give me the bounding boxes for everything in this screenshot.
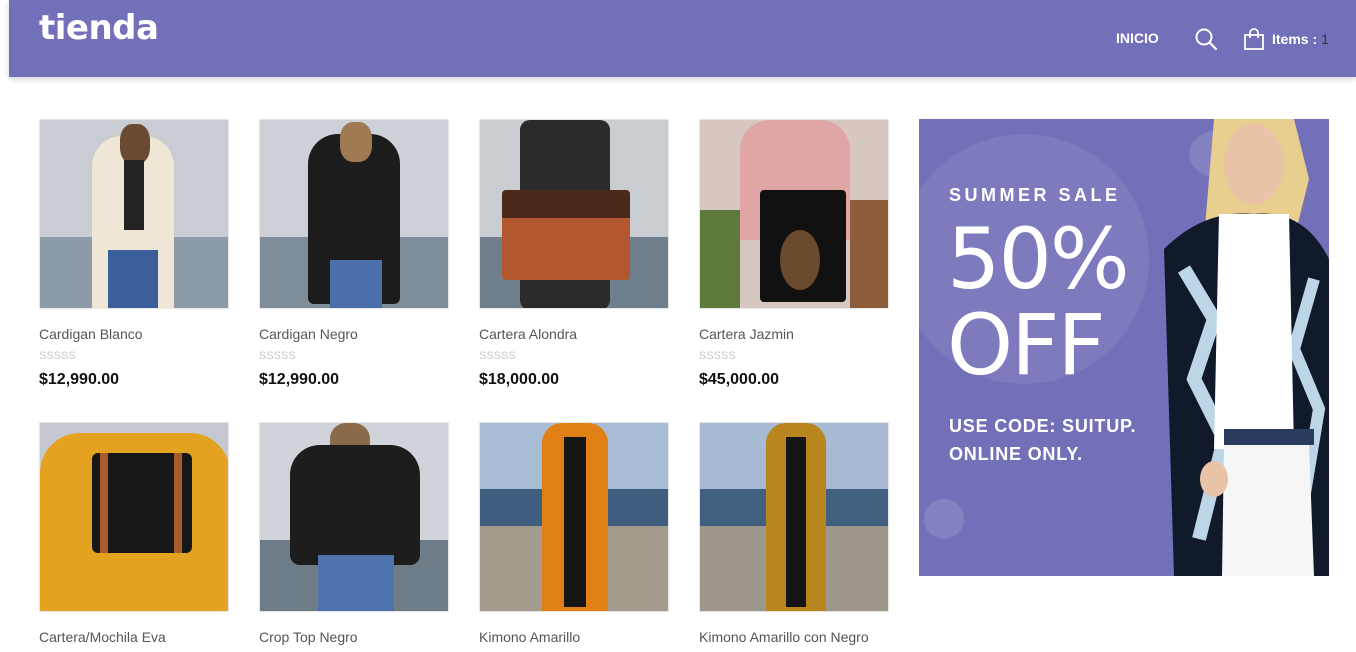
product-image[interactable] [259, 422, 449, 612]
product-rating: SSSSS [39, 350, 76, 362]
product-card[interactable]: Crop Top Negro [259, 422, 449, 645]
banner-code-line: USE CODE: SUITUP. [949, 416, 1137, 436]
product-image[interactable] [479, 119, 669, 309]
product-name[interactable]: Cardigan Negro [259, 326, 449, 342]
site-logo[interactable]: tienda [39, 8, 159, 48]
product-card[interactable]: Cartera Alondra SSSSS $18,000.00 [479, 119, 669, 389]
cart-label: Items : [1272, 31, 1318, 47]
banner-code: USE CODE: SUITUP. ONLINE ONLY. [949, 412, 1136, 468]
product-rating: SSSSS [699, 350, 736, 362]
product-image[interactable] [699, 422, 889, 612]
banner-discount: 50% [947, 210, 1130, 308]
top-navbar: tienda INICIO Items : 1 [9, 0, 1356, 77]
product-card[interactable]: Cardigan Negro SSSSS $12,990.00 [259, 119, 449, 389]
cart-button[interactable]: Items : 1 [1242, 26, 1329, 52]
model-image [1164, 119, 1329, 576]
product-price: $18,000.00 [479, 371, 560, 388]
product-card[interactable]: Kimono Amarillo con Negro [699, 422, 889, 645]
banner-online-line: ONLINE ONLY. [949, 444, 1083, 464]
nav-link-inicio[interactable]: INICIO [1116, 30, 1159, 46]
product-card[interactable]: Kimono Amarillo [479, 422, 669, 645]
search-icon[interactable] [1194, 27, 1218, 51]
product-name[interactable]: Kimono Amarillo [479, 629, 669, 645]
shopping-bag-icon [1244, 28, 1264, 50]
product-image[interactable] [39, 422, 229, 612]
product-name[interactable]: Crop Top Negro [259, 629, 449, 645]
product-image[interactable] [39, 119, 229, 309]
product-price: $45,000.00 [699, 371, 780, 388]
product-card[interactable]: Cardigan Blanco SSSSS $12,990.00 [39, 119, 229, 389]
banner-heading: SUMMER SALE [949, 185, 1121, 205]
product-card[interactable]: Cartera/Mochila Eva [39, 422, 229, 645]
product-price: $12,990.00 [259, 371, 340, 388]
promo-banner[interactable]: SUMMER SALE 50% OFF USE CODE: SUITUP. ON… [919, 119, 1329, 576]
product-image[interactable] [699, 119, 889, 309]
product-rating: SSSSS [259, 350, 296, 362]
product-rating: SSSSS [479, 350, 516, 362]
product-name[interactable]: Kimono Amarillo con Negro [699, 629, 889, 645]
banner-off: OFF [947, 296, 1106, 394]
product-price: $12,990.00 [39, 371, 120, 388]
product-name[interactable]: Cartera Alondra [479, 326, 669, 342]
product-name[interactable]: Cartera Jazmin [699, 326, 889, 342]
product-image[interactable] [479, 422, 669, 612]
cart-count: 1 [1321, 31, 1329, 47]
product-name[interactable]: Cardigan Blanco [39, 326, 229, 342]
product-name[interactable]: Cartera/Mochila Eva [39, 629, 229, 645]
product-card[interactable]: Cartera Jazmin SSSSS $45,000.00 [699, 119, 889, 389]
product-image[interactable] [259, 119, 449, 309]
